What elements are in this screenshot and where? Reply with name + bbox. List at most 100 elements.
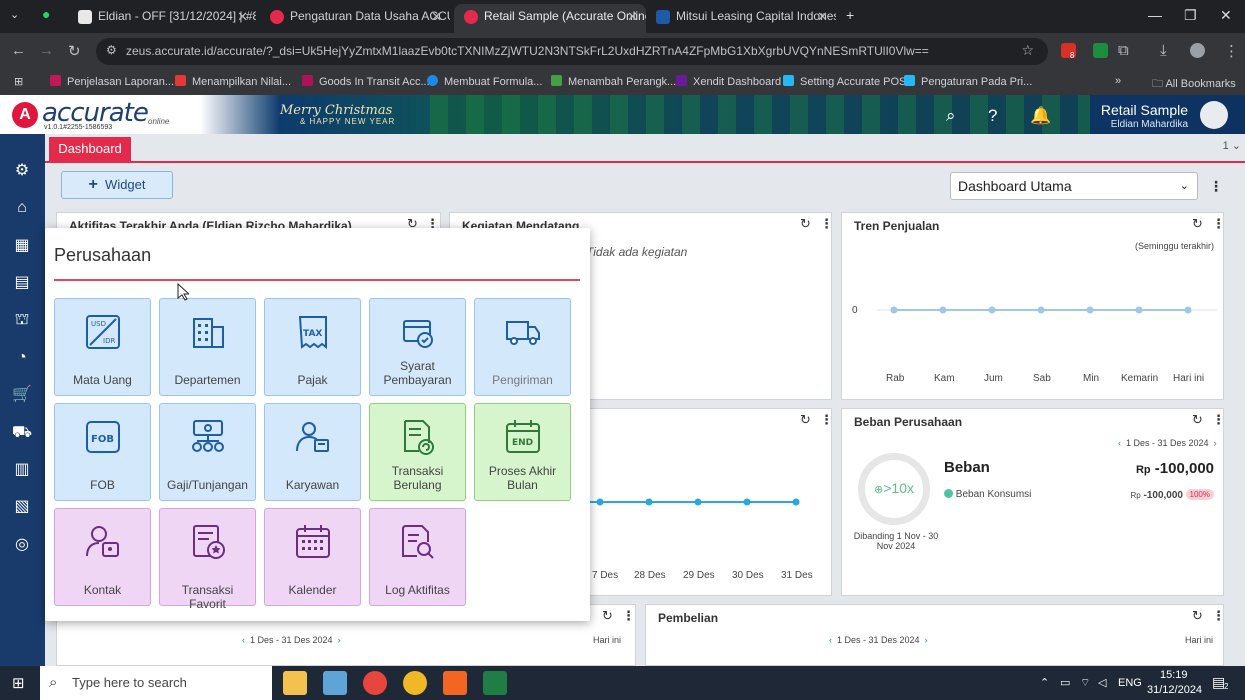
period-nav[interactable]: ‹ 1 Des - 31 Des 2024 › <box>829 635 928 645</box>
all-bookmarks[interactable]: 🗀 All Bookmarks <box>1152 75 1236 94</box>
bank-icon[interactable]: ⌂ <box>11 197 33 219</box>
truck-icon[interactable]: ⛟ <box>11 422 33 444</box>
browser-tab-3[interactable]: Retail Sample (Accurate Online) ✕ <box>454 4 646 33</box>
minimize-icon[interactable]: — <box>1148 7 1162 23</box>
tile-transaksi-favorit[interactable]: Transaksi Favorit <box>159 508 256 611</box>
bookmark-star-icon[interactable]: ☆ <box>1021 42 1034 59</box>
inventory-icon[interactable]: ▥ <box>11 459 33 481</box>
tile-log-aktifitas[interactable]: Log Aktifitas <box>369 508 466 606</box>
company-icon[interactable]: ▦ <box>11 235 33 257</box>
avatar[interactable] <box>1200 101 1228 129</box>
windows-start-icon[interactable]: ⊞ <box>12 674 25 692</box>
bookmark-6[interactable]: Xendit Dashboard <box>676 75 781 88</box>
chrome-active-icon[interactable] <box>403 671 427 695</box>
refresh-icon[interactable]: ↻ <box>1192 608 1203 624</box>
bookmark-8[interactable]: Pengaturan Pada Pri... <box>904 75 1032 88</box>
tab-dashboard[interactable]: Dashboard <box>49 137 131 161</box>
bookmark-5[interactable]: Menambah Perangk... <box>551 75 676 88</box>
more-bookmarks-icon[interactable]: » <box>1115 75 1121 87</box>
volume-icon[interactable]: ◁ <box>1098 676 1106 689</box>
card-menu-icon[interactable]: ⋮ <box>1212 412 1225 428</box>
card-menu-icon[interactable]: ⋮ <box>1212 608 1225 624</box>
tile-mata-uang[interactable]: USD IDR Mata Uang <box>54 298 151 396</box>
apps-icon[interactable]: ⊞ <box>14 75 23 88</box>
pdf-reader-icon[interactable] <box>443 671 467 695</box>
clock-time[interactable]: 15:19 <box>1160 669 1188 681</box>
file-explorer-icon[interactable] <box>283 671 307 695</box>
close-tab-icon[interactable]: ✕ <box>627 4 638 29</box>
bookmark-1[interactable]: Penjelasan Laporan... <box>50 75 174 88</box>
tile-kalender[interactable]: Kalender <box>264 508 361 606</box>
whatsapp-icon[interactable]: ● <box>42 6 50 22</box>
refresh-icon[interactable]: ↻ <box>602 608 613 624</box>
cash-bank-icon[interactable]: ⛫ <box>11 309 33 331</box>
refresh-icon[interactable]: ↻ <box>800 216 811 232</box>
calendar-icon <box>296 525 330 558</box>
browser-tab-2[interactable]: Pengaturan Data Usaha ACCUR ✕ <box>260 4 450 33</box>
tile-kontak[interactable]: Kontak <box>54 508 151 606</box>
battery-icon[interactable]: ▭ <box>1060 676 1070 689</box>
card-menu-icon[interactable]: ⋮ <box>820 216 833 232</box>
period-nav[interactable]: ‹ 1 Des - 31 Des 2024 › <box>242 635 341 645</box>
excel-icon[interactable] <box>483 671 507 695</box>
tile-proses-akhir-bulan[interactable]: END Proses Akhir Bulan <box>474 403 571 501</box>
site-info-icon[interactable]: ⚙ <box>106 43 117 57</box>
bookmark-2[interactable]: Menampilkan Nilai... <box>175 75 291 88</box>
language-indicator[interactable]: ENG <box>1118 677 1142 689</box>
close-tab-icon[interactable]: ✕ <box>817 4 828 29</box>
browser-tab-1[interactable]: Eldian - OFF [31/12/2024] | #8 ✕ <box>68 4 256 33</box>
company-name[interactable]: Retail Sample <box>1101 102 1188 118</box>
analytics-icon[interactable]: ◎ <box>11 534 33 556</box>
bell-icon[interactable]: 🔔 <box>1030 106 1051 126</box>
dashboard-menu-icon[interactable]: ⋮ <box>1209 178 1223 195</box>
period-nav[interactable]: ‹ 1 Des - 31 Des 2024 › <box>1118 438 1217 448</box>
tile-departemen[interactable]: Departemen <box>159 298 256 396</box>
user-name: Eldian Mahardika <box>1110 119 1188 130</box>
tile-karyawan[interactable]: Karyawan <box>264 403 361 501</box>
profile-icon[interactable] <box>1190 43 1205 58</box>
clock-date[interactable]: 31/12/2024 <box>1147 684 1202 696</box>
tab-search-icon[interactable]: ⌄ <box>10 8 19 21</box>
chrome-menu-icon[interactable]: ⋮ <box>1224 42 1239 60</box>
ledger-icon[interactable]: ▤ <box>11 272 33 294</box>
forward-icon[interactable]: → <box>39 42 54 59</box>
close-tab-icon[interactable]: ✕ <box>237 4 248 29</box>
tile-syarat-pembayaran[interactable]: Syarat Pembayaran <box>369 298 466 396</box>
add-widget-button[interactable]: + Widget <box>61 171 173 199</box>
receivable-icon[interactable]: ◔ <box>11 347 33 369</box>
close-window-icon[interactable]: ✕ <box>1220 7 1232 24</box>
notification-count: 2 <box>1224 682 1229 691</box>
download-icon[interactable]: ⤓ <box>1160 42 1167 59</box>
tile-pajak[interactable]: TAX Pajak <box>264 298 361 396</box>
tile-pengiriman[interactable]: Pengiriman <box>474 298 571 396</box>
search-icon[interactable]: ⌕ <box>946 106 956 126</box>
page-selector[interactable]: 1 ⌄ <box>1223 139 1241 152</box>
taskbar-search[interactable]: ⌕ Type here to search <box>40 666 272 700</box>
dashboard-select[interactable]: Dashboard Utama ⌄ <box>950 172 1198 200</box>
back-icon[interactable]: ← <box>11 42 26 59</box>
bookmark-7[interactable]: Setting Accurate POS <box>783 75 906 88</box>
extensions-puzzle-icon[interactable]: ⧉ <box>1118 42 1129 59</box>
reload-icon[interactable]: ↻ <box>68 42 81 60</box>
tray-arrow-icon[interactable]: ⌃ <box>1040 676 1049 689</box>
refresh-icon[interactable]: ↻ <box>1192 412 1203 428</box>
report-icon[interactable]: ▧ <box>11 496 33 518</box>
cart-icon[interactable]: 🛒 <box>11 384 33 406</box>
restore-icon[interactable]: ❐ <box>1184 7 1197 24</box>
chrome-icon[interactable] <box>363 671 387 695</box>
new-tab-icon[interactable]: + <box>846 7 854 23</box>
notepad-icon[interactable] <box>323 671 347 695</box>
extension-icon[interactable] <box>1093 43 1108 58</box>
tile-gaji-tunjangan[interactable]: Gaji/Tunjangan <box>159 403 256 501</box>
help-icon[interactable]: ? <box>988 106 997 126</box>
close-tab-icon[interactable]: ✕ <box>431 4 442 29</box>
settings-gear-icon[interactable]: ⚙ <box>11 160 33 182</box>
network-icon[interactable]: ⌔ <box>1080 676 1090 690</box>
card-menu-icon[interactable]: ⋮ <box>622 608 635 624</box>
tile-transaksi-berulang[interactable]: Transaksi Berulang <box>369 403 466 501</box>
url-bar[interactable]: ⚙ zeus.accurate.id/accurate/?_dsi=Uk5Hej… <box>96 38 1048 65</box>
browser-tab-4[interactable]: Mitsui Leasing Capital Indonesi ✕ <box>646 4 836 33</box>
bookmark-4[interactable]: Membuat Formula... <box>427 75 542 88</box>
bookmark-3[interactable]: Goods In Transit Acc... <box>302 75 430 88</box>
tile-fob[interactable]: FOB FOB <box>54 403 151 501</box>
